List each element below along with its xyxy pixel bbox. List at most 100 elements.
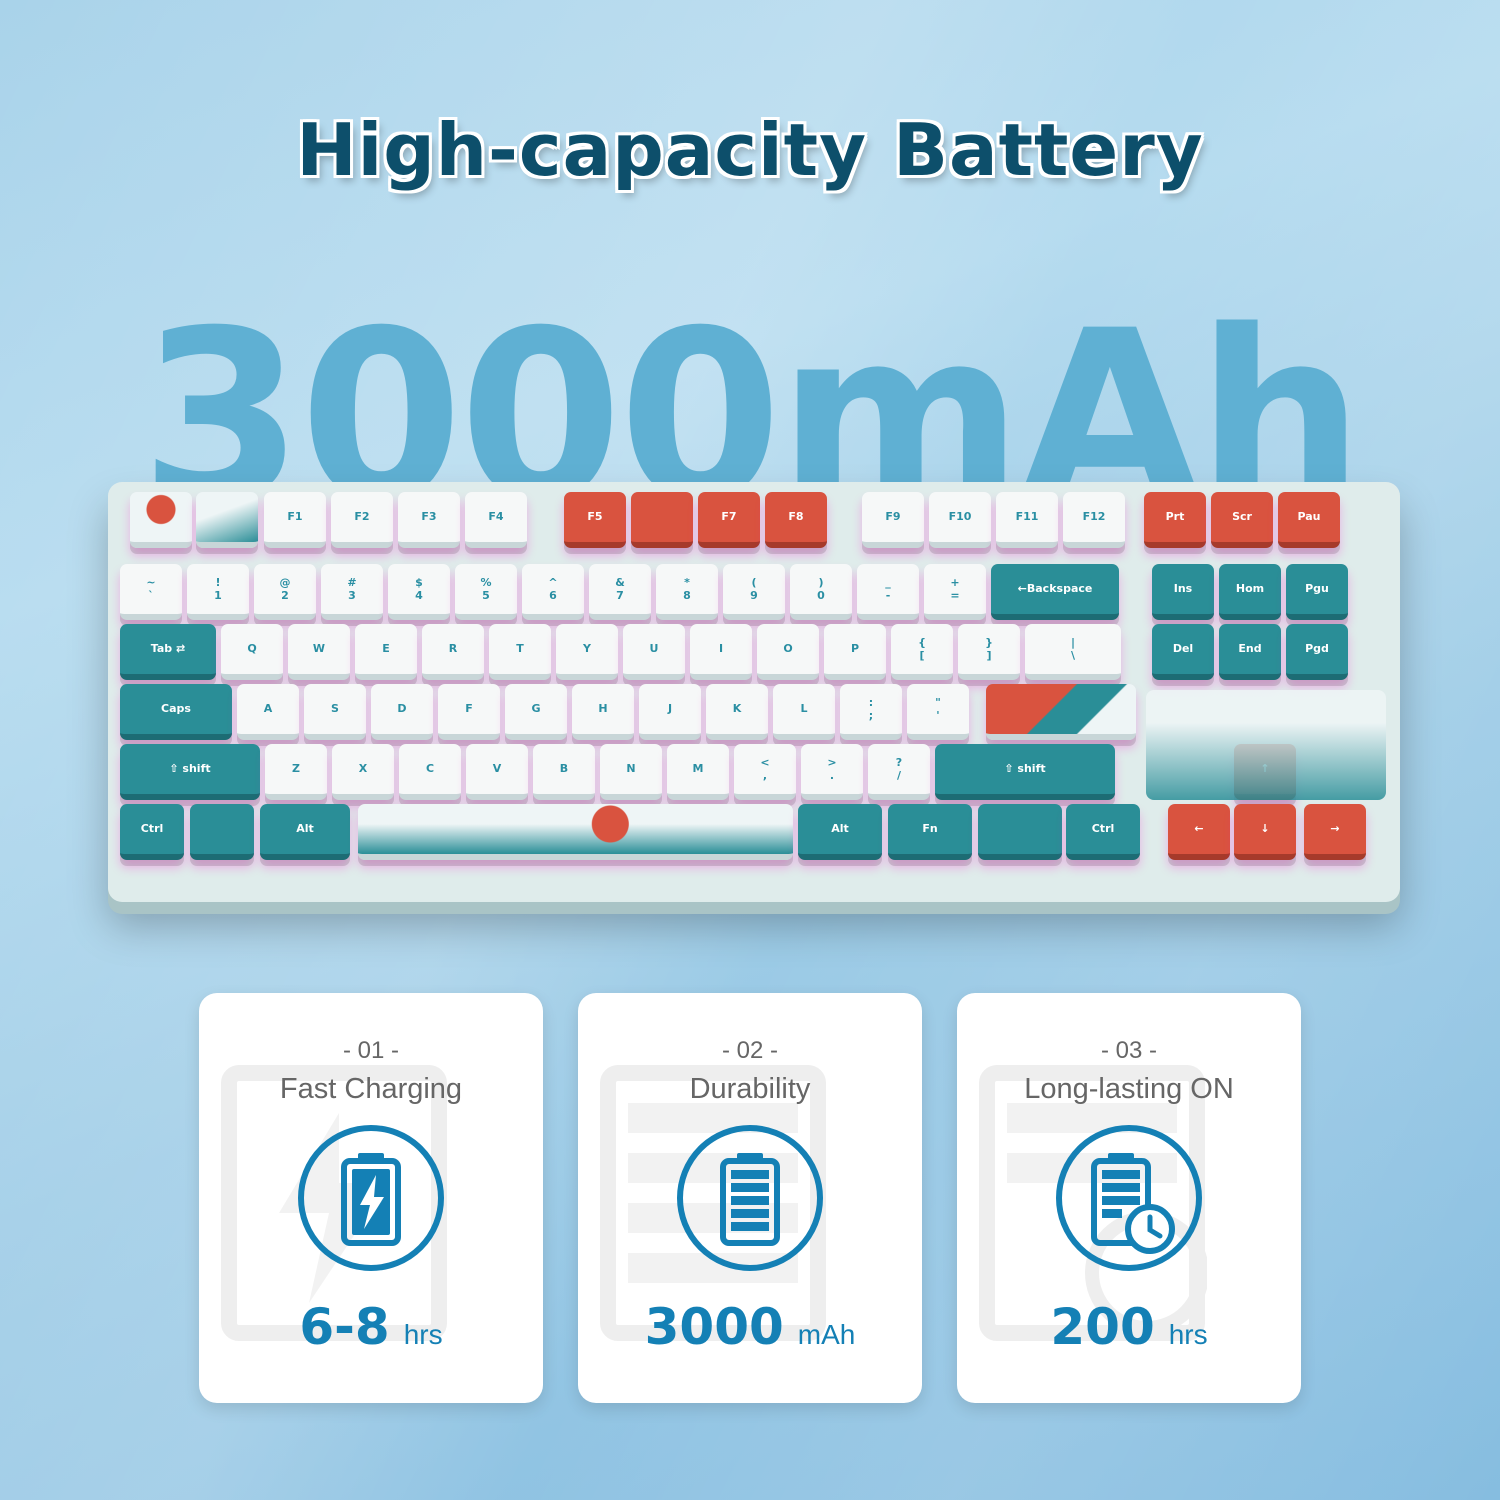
key-a-11: " ': [907, 684, 969, 740]
key-q-5: T: [489, 624, 551, 680]
card-value-number: 200: [1050, 1298, 1155, 1356]
key-z-9: > .: [801, 744, 863, 800]
key-q-2: W: [288, 624, 350, 680]
key-z-2: X: [332, 744, 394, 800]
card-number: - 03 -: [1100, 1037, 1157, 1064]
keyboard-image: F1 F2 F3 F4 F5 F7 F8 F9 F10 F11 F12 Prt Scr Pau ~ `! 1…: [108, 482, 1400, 902]
key-z-6: N: [600, 744, 662, 800]
key-num-13: ←Backspace: [991, 564, 1119, 620]
key-bottom-8: ←: [1168, 804, 1230, 860]
key-bottom-10: →: [1304, 804, 1366, 860]
key-f7: F7: [698, 492, 760, 548]
key-num-15: Hom: [1219, 564, 1281, 620]
card-title: Fast Charging: [279, 1073, 463, 1105]
key-a-5: G: [505, 684, 567, 740]
key-q-10: P: [824, 624, 886, 680]
card-title: Long-lasting ON: [1024, 1073, 1234, 1105]
key-a-3: D: [371, 684, 433, 740]
key-num-7: & 7: [589, 564, 651, 620]
key-f10: F10: [929, 492, 991, 548]
key-f5: F5: [564, 492, 626, 548]
card-value: 3000 mAh: [578, 1298, 922, 1356]
art-keycap-sun: [130, 492, 192, 548]
card-value-unit: mAh: [797, 1319, 856, 1350]
key-z-8: < ,: [734, 744, 796, 800]
cloud-icon: [190, 804, 254, 860]
feature-card-durability: - 02 - Durability 3000 mAh: [578, 993, 922, 1403]
key-num-6: ^ 6: [522, 564, 584, 620]
key-q-8: I: [690, 624, 752, 680]
card-title: Durability: [689, 1073, 811, 1105]
key-f3: F3: [398, 492, 460, 548]
key-a-4: F: [438, 684, 500, 740]
key-bottom-2: Alt: [260, 804, 350, 860]
key-prt: Prt: [1144, 492, 1206, 548]
key-a-7: J: [639, 684, 701, 740]
key-q-1: Q: [221, 624, 283, 680]
key-f11: F11: [996, 492, 1058, 548]
key-q-16: Pgd: [1286, 624, 1348, 680]
key-a-9: L: [773, 684, 835, 740]
key-z-5: B: [533, 744, 595, 800]
card-value-number: 6-8: [299, 1298, 390, 1356]
card-value: 6-8 hrs: [199, 1298, 543, 1356]
key-num-16: Pgu: [1286, 564, 1348, 620]
key-z-4: V: [466, 744, 528, 800]
key-z-1: Z: [265, 744, 327, 800]
key-num-4: $ 4: [388, 564, 450, 620]
key-pau: Pau: [1278, 492, 1340, 548]
feature-card-long-lasting: - 03 - Long-lasting ON 200 hrs: [957, 993, 1301, 1403]
key-f12: F12: [1063, 492, 1125, 548]
key-bottom-4: Alt: [798, 804, 882, 860]
key-num-9: ( 9: [723, 564, 785, 620]
wave-logo-icon: [978, 804, 1062, 860]
key-f9: F9: [862, 492, 924, 548]
key-num-1: ! 1: [187, 564, 249, 620]
key-a-6: H: [572, 684, 634, 740]
key-bottom-5: Fn: [888, 804, 972, 860]
key-q-9: O: [757, 624, 819, 680]
key-f8: F8: [765, 492, 827, 548]
card-value-unit: hrs: [1168, 1319, 1208, 1350]
key-q-7: U: [623, 624, 685, 680]
key-bottom-7: Ctrl: [1066, 804, 1140, 860]
card-number: - 02 -: [721, 1037, 778, 1064]
key-z-0: ⇧ shift: [120, 744, 260, 800]
page-title: High-capacity Battery: [296, 108, 1204, 192]
key-a-10: : ;: [840, 684, 902, 740]
key-a-0: Caps: [120, 684, 232, 740]
key-f1: F1: [264, 492, 326, 548]
key-num-10: ) 0: [790, 564, 852, 620]
key-bottom-9: ↓: [1234, 804, 1296, 860]
card-value-number: 3000: [644, 1298, 784, 1356]
key-q-11: { [: [891, 624, 953, 680]
key-q-4: R: [422, 624, 484, 680]
card-value: 200 hrs: [957, 1298, 1301, 1356]
key-num-12: + =: [924, 564, 986, 620]
key-q-0: Tab ⇄: [120, 624, 216, 680]
key-q-12: } ]: [958, 624, 1020, 680]
key-f2: F2: [331, 492, 393, 548]
key-z-3: C: [399, 744, 461, 800]
card-value-unit: hrs: [403, 1319, 443, 1350]
key-q-14: Del: [1152, 624, 1214, 680]
art-keycap-orca: [196, 492, 258, 548]
key-q-3: E: [355, 624, 417, 680]
key-num-2: @ 2: [254, 564, 316, 620]
battery-clock-icon: [1056, 1125, 1202, 1271]
key-num-14: Ins: [1152, 564, 1214, 620]
key-num-0: ~ `: [120, 564, 182, 620]
key-num-3: # 3: [321, 564, 383, 620]
key-bottom-0: Ctrl: [120, 804, 184, 860]
spacebar-wave-art: [358, 804, 793, 860]
key-q-13: | \: [1025, 624, 1121, 680]
fish-icon: [631, 492, 693, 548]
key-z-10: ? /: [868, 744, 930, 800]
key-scr: Scr: [1211, 492, 1273, 548]
card-number: - 01 -: [342, 1037, 399, 1064]
key-num-8: * 8: [656, 564, 718, 620]
key-f4: F4: [465, 492, 527, 548]
key-a-1: A: [237, 684, 299, 740]
key-num-5: % 5: [455, 564, 517, 620]
battery-full-icon: [677, 1125, 823, 1271]
